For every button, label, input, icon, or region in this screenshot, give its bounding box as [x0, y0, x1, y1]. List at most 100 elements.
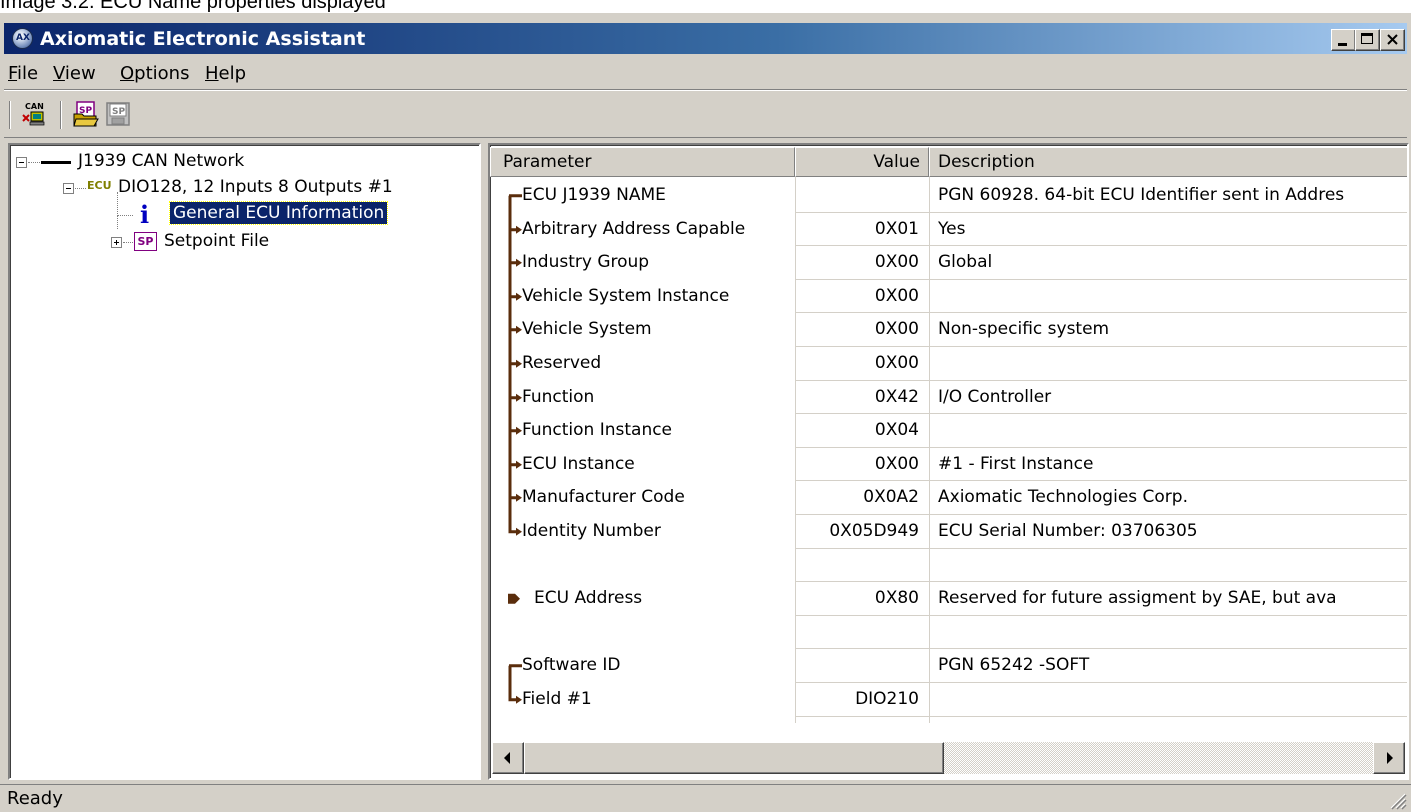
figure-caption: Image 3.2. ECU Name properties displayed — [0, 0, 386, 13]
cell-description: Yes — [938, 218, 966, 239]
close-button[interactable] — [1380, 29, 1405, 51]
branch-connector-icon — [508, 246, 522, 281]
tree-node-general-info[interactable]: i General ECU Information — [10, 192, 470, 230]
menu-file[interactable]: File — [8, 63, 38, 84]
branch-connector-icon — [508, 194, 522, 214]
scroll-thumb[interactable] — [524, 742, 944, 774]
app-logo-icon: AX — [12, 28, 33, 49]
cell-description — [938, 414, 1407, 447]
branch-connector-icon — [508, 313, 522, 348]
table-row[interactable]: Function 0X42 I/O Controller — [490, 380, 1407, 416]
branch-connector-icon — [508, 380, 522, 416]
branch-connector-icon — [508, 515, 522, 536]
row-gridline — [795, 715, 1407, 717]
tree-node-ecu[interactable]: ECU DIO128, 12 Inputs 8 Outputs #1 — [10, 175, 470, 203]
branch-connector-icon — [508, 347, 522, 382]
cell-parameter — [522, 616, 792, 649]
tree-view[interactable]: J1939 CAN Network ECU DIO128, 12 Inputs … — [8, 143, 481, 780]
properties-list[interactable]: Parameter Value Description ECU J1939 NA… — [488, 143, 1409, 780]
cell-parameter: ECU Instance — [522, 453, 635, 474]
cell-value: 0X05D949 — [829, 521, 919, 541]
branch-connector-icon — [508, 683, 522, 704]
svg-text:SP: SP — [112, 107, 125, 117]
cell-description — [938, 549, 1407, 582]
tree-label-selected: General ECU Information — [168, 201, 389, 225]
table-row[interactable]: ECU J1939 NAME PGN 60928. 64-bit ECU Iden… — [490, 179, 1407, 214]
tree-node-setpoint-file[interactable]: SP Setpoint File — [10, 215, 470, 257]
table-row[interactable]: Function Instance 0X04 — [490, 414, 1407, 449]
cell-description: Global — [938, 252, 993, 273]
collapse-icon — [63, 183, 74, 194]
resize-grip-icon[interactable] — [1387, 790, 1407, 810]
setpoint-file-icon: SP — [134, 232, 157, 251]
scroll-left-button[interactable] — [492, 742, 524, 774]
collapse-icon — [16, 157, 27, 168]
can-connect-button[interactable]: CAN — [20, 100, 48, 128]
table-row[interactable]: Software ID PGN 65242 -SOFT — [490, 649, 1407, 684]
cell-parameter: Function — [522, 386, 595, 407]
cell-value: 0X80 — [874, 588, 919, 609]
minimize-button[interactable] — [1331, 29, 1356, 51]
open-setpoint-file-icon: SP — [73, 101, 99, 127]
cell-value: 0X00 — [874, 353, 919, 373]
cell-parameter: Field #1 — [522, 689, 592, 709]
table-row[interactable] — [490, 616, 1407, 650]
table-row[interactable] — [490, 549, 1407, 583]
cell-parameter: Reserved — [522, 353, 602, 373]
cell-parameter: Arbitrary Address Capable — [522, 218, 746, 239]
cell-value: 0X01 — [874, 218, 919, 239]
table-row[interactable]: Vehicle System Instance 0X00 — [490, 279, 1407, 315]
table-row[interactable]: Industry Group 0X00 Global — [490, 246, 1407, 281]
column-gridline — [795, 177, 796, 723]
cell-value: 0X42 — [874, 386, 919, 407]
cell-description: PGN 65242 -SOFT — [938, 655, 1090, 676]
window-title: Axiomatic Electronic Assistant — [40, 28, 366, 50]
cell-description — [938, 347, 1407, 380]
column-header-description[interactable]: Description — [929, 147, 1407, 177]
tree-label: J1939 CAN Network — [78, 151, 245, 171]
horizontal-scrollbar[interactable] — [492, 742, 1405, 774]
table-row[interactable]: Arbitrary Address Capable 0X01 Yes — [490, 212, 1407, 248]
cell-parameter: ECU Address — [534, 588, 643, 609]
table-row[interactable]: Vehicle System 0X00 Non-specific system — [490, 313, 1407, 348]
cell-description: Axiomatic Technologies Corp. — [938, 487, 1188, 508]
can-connect-icon: CAN — [22, 102, 45, 126]
save-setpoint-button[interactable]: SP — [104, 100, 132, 128]
branch-connector-icon — [508, 212, 522, 248]
close-icon — [1387, 34, 1398, 45]
table-row[interactable]: ECU Instance 0X00 #1 - First Instance — [490, 447, 1407, 483]
bullet-arrow-icon — [508, 593, 520, 604]
save-setpoint-file-icon: SP — [106, 102, 130, 126]
table-row[interactable]: Manufacturer Code 0X0A2 Axiomatic Technolo… — [490, 481, 1407, 516]
menu-bar: File View Options Help — [4, 59, 1407, 89]
column-header-parameter[interactable]: Parameter — [490, 147, 795, 177]
info-icon: i — [140, 200, 150, 229]
table-row[interactable]: Reserved 0X00 — [490, 347, 1407, 382]
menu-help[interactable]: Help — [205, 63, 246, 84]
menu-view[interactable]: View — [53, 63, 96, 84]
cell-value — [795, 549, 919, 582]
tree-node-network[interactable]: J1939 CAN Network — [10, 149, 470, 177]
column-header-value[interactable]: Value — [795, 147, 929, 177]
cell-parameter: Function Instance — [522, 420, 673, 441]
cell-parameter: Vehicle System Instance — [522, 285, 730, 306]
cell-parameter: ECU J1939 NAME — [522, 185, 666, 205]
cell-value — [795, 649, 919, 682]
open-setpoint-button[interactable]: SP — [72, 100, 100, 128]
menu-options[interactable]: Options — [120, 63, 189, 84]
app-window: AX Axiomatic Electronic Assistant File V… — [0, 13, 1411, 812]
maximize-button[interactable] — [1355, 29, 1380, 51]
branch-connector-icon — [508, 481, 522, 516]
cell-description — [938, 280, 1407, 313]
scroll-right-button[interactable] — [1373, 742, 1405, 774]
status-text: Ready — [7, 788, 63, 809]
branch-connector-icon — [508, 279, 522, 315]
title-bar[interactable]: AX Axiomatic Electronic Assistant — [4, 23, 1407, 54]
branch-connector-icon — [508, 414, 522, 449]
svg-text:CAN: CAN — [25, 102, 44, 111]
cell-value: 0X00 — [874, 319, 919, 340]
table-row[interactable]: Identity Number 0X05D949 ECU Serial Number… — [490, 515, 1407, 549]
table-row[interactable]: ECU Address 0X80 Reserved for future assig… — [490, 582, 1407, 616]
table-row[interactable]: Field #1 DIO210 — [490, 683, 1407, 717]
cell-value: 0X0A2 — [863, 487, 919, 508]
